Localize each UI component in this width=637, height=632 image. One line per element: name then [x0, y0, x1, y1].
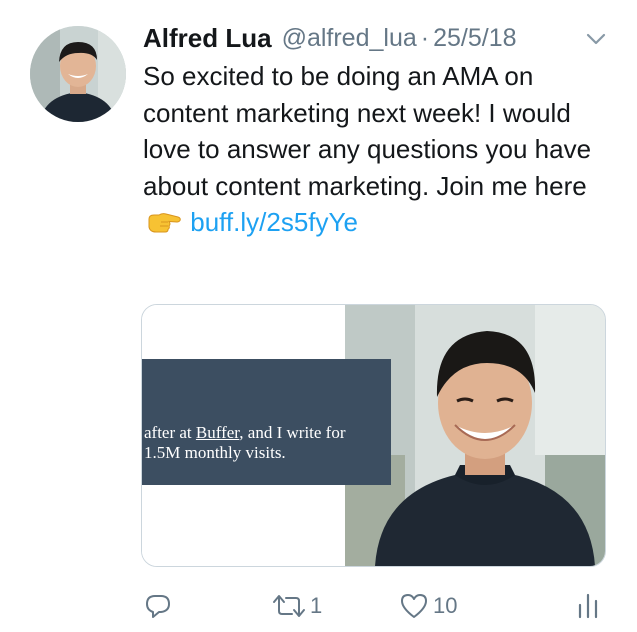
reply-icon	[146, 595, 170, 618]
like-button[interactable]: 10	[399, 584, 457, 628]
separator-dot: ·	[420, 23, 430, 52]
card-text-line-1: after at Buffer, and I write for	[144, 423, 346, 442]
tweet-link[interactable]: buff.ly/2s5fyYe	[190, 207, 358, 237]
retweet-button[interactable]: 1	[272, 584, 322, 628]
card-buffer-link: Buffer	[195, 423, 240, 442]
reply-button[interactable]	[143, 584, 177, 628]
analytics-icon	[578, 593, 598, 619]
link-card[interactable]: after at Buffer, and I write for 1.5M mo…	[141, 304, 606, 567]
tweet-date[interactable]: 25/5/18	[433, 24, 516, 53]
tweet-header: Alfred Lua @alfred_lua · 25/5/18	[143, 18, 617, 58]
tweet-text: So excited to be doing an AMA on content…	[143, 58, 613, 241]
author-name[interactable]: Alfred Lua	[143, 23, 272, 54]
retweet-count: 1	[310, 593, 323, 618]
analytics-button[interactable]	[575, 584, 601, 628]
tweet-body: So excited to be doing an AMA on content…	[143, 61, 592, 201]
pointing-hand-emoji	[148, 213, 181, 233]
like-count: 10	[433, 593, 458, 618]
author-handle[interactable]: @alfred_lua	[282, 24, 417, 53]
card-banner: after at Buffer, and I write for 1.5M mo…	[142, 359, 391, 485]
avatar[interactable]	[30, 26, 126, 122]
avatar-photo	[30, 26, 126, 122]
chevron-down-icon[interactable]	[583, 26, 609, 52]
retweet-icon	[273, 595, 305, 617]
heart-icon	[401, 594, 427, 618]
tweet-actions: 1 10	[0, 584, 637, 628]
card-text-line-2: 1.5M monthly visits.	[144, 443, 286, 462]
